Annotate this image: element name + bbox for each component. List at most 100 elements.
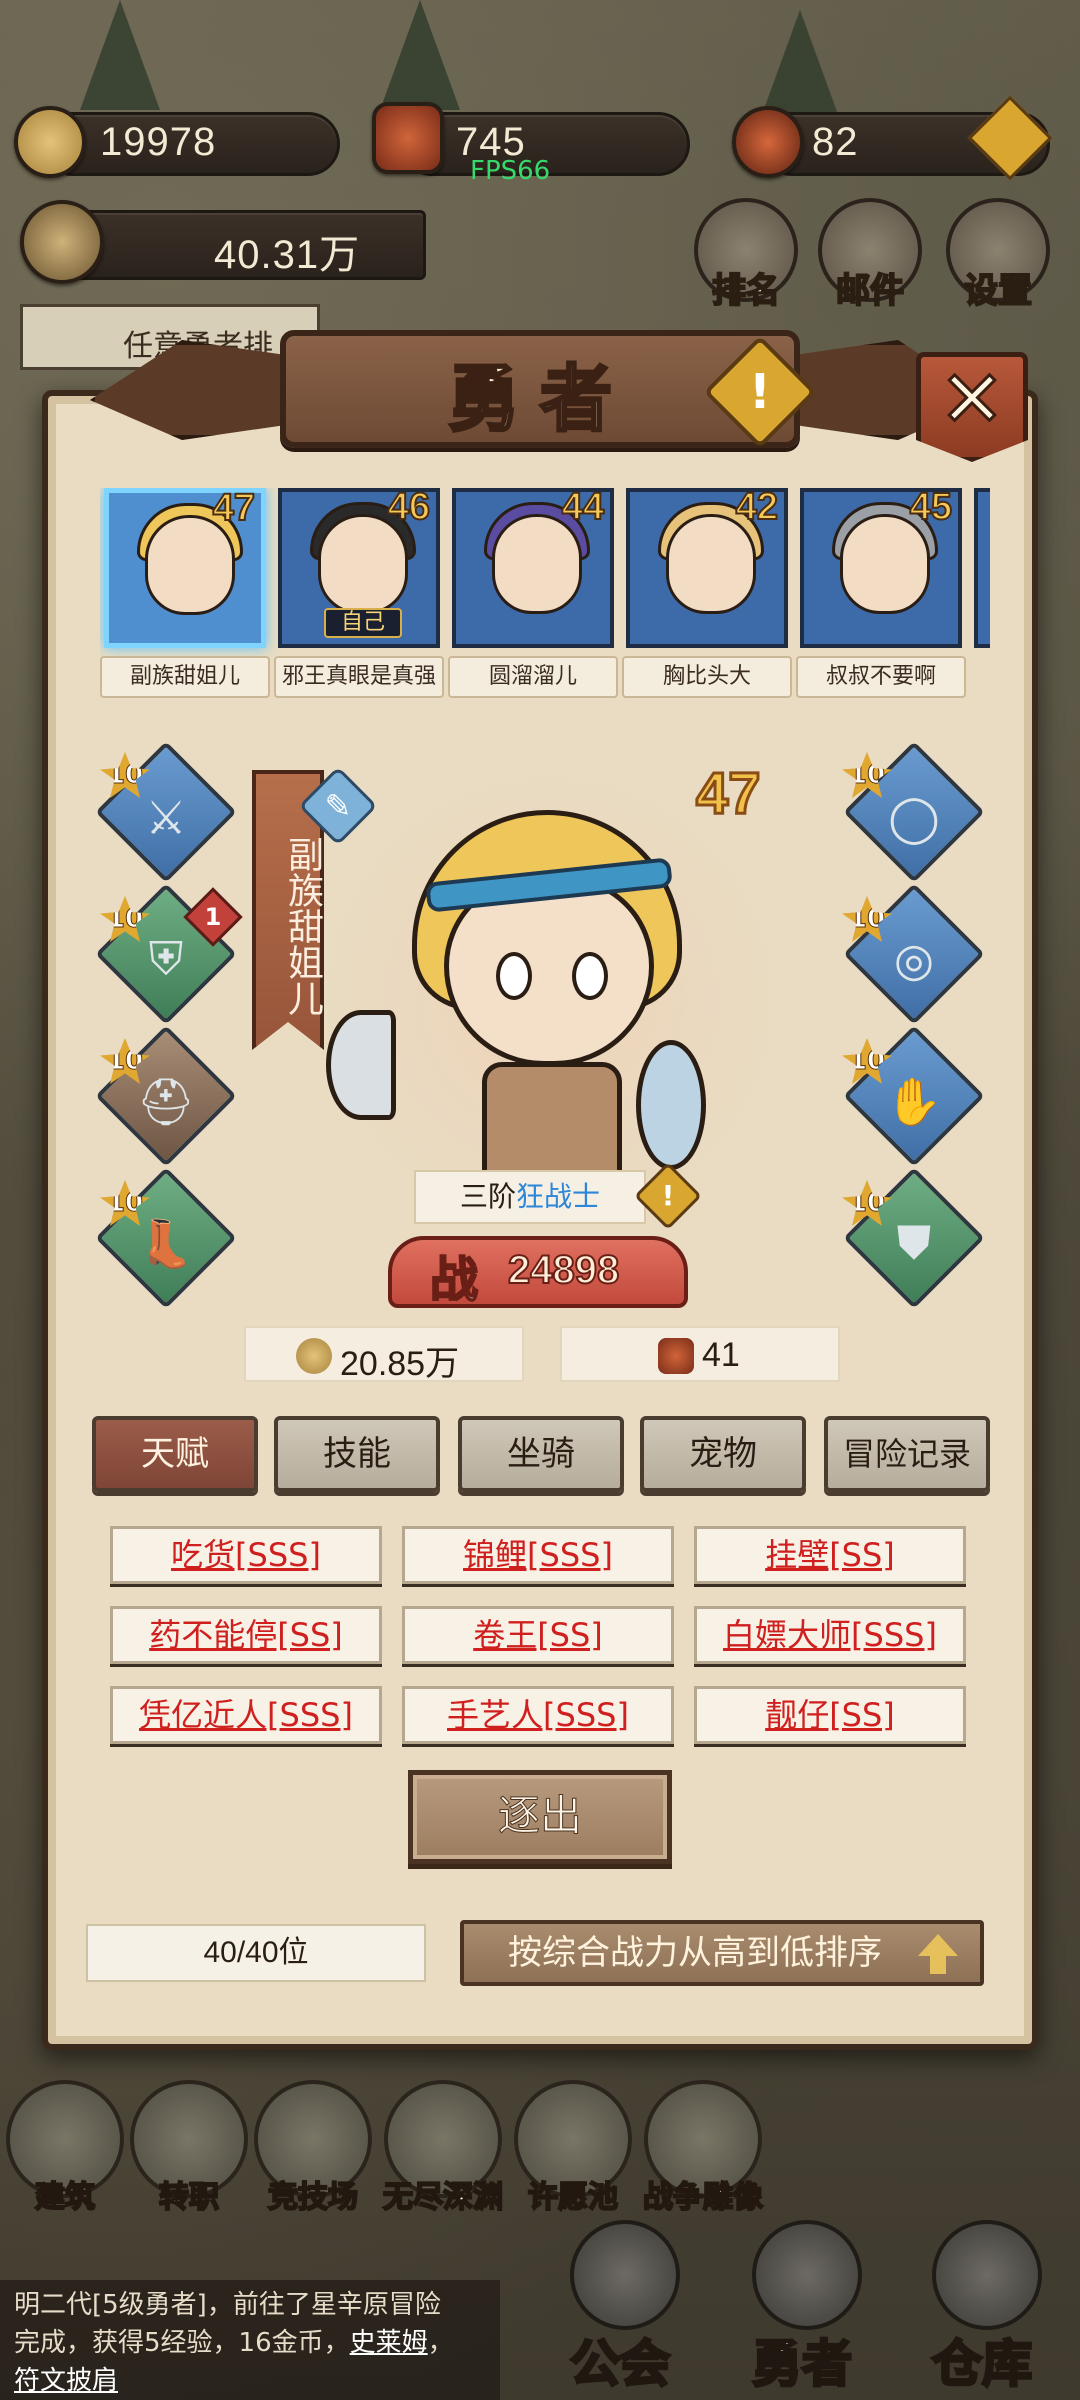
nav-war-statue[interactable]: 战争雕像 (642, 2080, 764, 2216)
talent-item[interactable]: 凭亿近人[SSS] (110, 1686, 382, 1744)
gold-coin-icon (14, 106, 86, 178)
arrow-up-icon (918, 1934, 958, 1974)
talent-item[interactable]: 靓仔[SS] (694, 1686, 966, 1744)
nav-wishing-well[interactable]: 许愿池 (514, 2080, 632, 2216)
class-tier: 三阶 (459, 1180, 516, 1213)
main-tab-label: 公会 (569, 2334, 672, 2395)
gold-coin-icon (296, 1338, 332, 1374)
sort-button[interactable]: 按综合战力从高到低排序 (460, 1920, 984, 1986)
hero-card-partial[interactable] (974, 488, 990, 648)
axe-icon: ⚔ (145, 790, 187, 845)
hero-level: 44 (561, 488, 605, 529)
talent-item[interactable]: 药不能停[SS] (110, 1606, 382, 1664)
tree-decoration (380, 0, 460, 110)
badge-stat: 41 (560, 1326, 840, 1382)
hero-shield (636, 1040, 706, 1170)
rank-button[interactable]: 排名 (694, 198, 798, 312)
log-line: 明二代[5级勇者]，前往了星辛原冒险 (14, 2290, 441, 2320)
class-name: 狂战士 (516, 1180, 601, 1213)
boots-icon: 👢 (137, 1216, 195, 1271)
hero-level-big: 47 (695, 760, 762, 828)
log-link[interactable]: 史莱姆 (350, 2328, 428, 2358)
main-tab-warehouse[interactable]: 仓库 (892, 2220, 1072, 2400)
flame-gem-icon (732, 106, 804, 178)
helmet-icon (752, 2220, 862, 2330)
hero-eye (572, 952, 608, 1000)
main-tab-label: 勇者 (751, 2334, 854, 2395)
hero-level: 45 (909, 488, 953, 529)
talent-item[interactable]: 挂壁[SS] (694, 1526, 966, 1584)
gold-stat: 20.85万 (244, 1326, 524, 1383)
gauntlet-icon: ✋ (885, 1074, 943, 1129)
talent-item[interactable]: 手艺人[SSS] (402, 1686, 674, 1744)
power-label: 战 (429, 1251, 479, 1309)
upgrade-count: 1 (204, 903, 222, 931)
sort-label: 按综合战力从高到低排序 (508, 1933, 882, 1973)
log-link[interactable]: 符文披肩 (14, 2366, 118, 2396)
hero-level: 42 (735, 488, 779, 529)
hero-portrait (840, 514, 930, 614)
close-icon: ✕ (938, 354, 1006, 447)
main-tab-label: 仓库 (931, 2334, 1034, 2395)
hero-eye (496, 952, 532, 1000)
mail-button[interactable]: 邮件 (818, 198, 922, 312)
tab-adventure-log[interactable]: 冒险记录 (824, 1416, 990, 1492)
fps-counter: FPS66 (470, 156, 551, 186)
nav-arena[interactable]: 竞技场 (254, 2080, 372, 2216)
mail-label: 邮件 (835, 270, 905, 312)
rank-label: 排名 (711, 270, 781, 312)
shield-icon: ⛊ (896, 1215, 932, 1270)
hero-card[interactable]: 45 (800, 488, 962, 648)
shield-badge-icon (372, 102, 444, 174)
tree-decoration (760, 10, 840, 120)
tab-mount[interactable]: 坐骑 (458, 1416, 624, 1492)
power-value: 24898 (507, 1247, 620, 1293)
talent-item[interactable]: 卷王[SS] (402, 1606, 674, 1664)
nav-endless-abyss[interactable]: 无尽深渊 (382, 2080, 504, 2216)
main-tab-guild[interactable]: 公会 (530, 2220, 710, 2400)
hero-name: 叔叔不要啊 (796, 656, 966, 698)
ring-icon: ◎ (893, 932, 935, 987)
nav-label: 战争雕像 (642, 2179, 764, 2216)
hero-card[interactable]: 46 自己 (278, 488, 440, 648)
crest-icon (20, 200, 104, 284)
shield-badge-icon (658, 1338, 694, 1374)
self-tag: 自己 (324, 608, 402, 638)
hero-figure (326, 790, 706, 1210)
settings-button[interactable]: 设置 (946, 198, 1050, 312)
hero-body (482, 1062, 622, 1182)
power-total: 40.31万 (214, 233, 361, 277)
hero-name: 邪王真眼是真强 (274, 656, 444, 698)
hero-level: 46 (387, 488, 431, 529)
gold-amount: 19978 (100, 120, 217, 164)
hero-banner-name: 副族甜姐儿 (282, 836, 323, 1016)
roster-count: 40/40位 (86, 1924, 426, 1982)
log-line: 符文披肩 (14, 2362, 486, 2400)
expel-button[interactable]: 逐出 (408, 1770, 672, 1864)
event-log[interactable]: 明二代[5级勇者]，前往了星辛原冒险 完成，获得5经验，16金币，史莱姆， 符文… (0, 2280, 500, 2400)
tab-pet[interactable]: 宠物 (640, 1416, 806, 1492)
tab-skill[interactable]: 技能 (274, 1416, 440, 1492)
warn-glyph: ! (661, 1179, 675, 1212)
gem-amount: 82 (812, 120, 859, 164)
talent-item[interactable]: 白嫖大师[SSS] (694, 1606, 966, 1664)
hero-level: 47 (212, 488, 256, 530)
hero-roster[interactable]: 47 副族甜姐儿 46 自己 邪王真眼是真强 44 圆溜溜儿 42 胸比头大 4… (100, 488, 990, 708)
log-line: 完成，获得5经验，16金币，史莱姆， (14, 2328, 454, 2358)
main-tab-heroes[interactable]: 勇者 (712, 2220, 892, 2400)
hero-card[interactable]: 42 (626, 488, 788, 648)
talent-item[interactable]: 吃货[SSS] (110, 1526, 382, 1584)
hero-portrait (666, 514, 756, 614)
hero-portrait (145, 515, 235, 615)
hero-card[interactable]: 47 (104, 488, 266, 648)
talent-item[interactable]: 锦鲤[SSS] (402, 1526, 674, 1584)
log-text: 完成，获得5经验，16金币， (14, 2328, 350, 2358)
hero-name: 胸比头大 (622, 656, 792, 698)
hero-name: 圆溜溜儿 (448, 656, 618, 698)
tab-talent[interactable]: 天赋 (92, 1416, 258, 1492)
settings-label: 设置 (963, 270, 1033, 312)
close-button[interactable]: ✕ (916, 352, 1028, 462)
necklace-icon: ◯ (888, 790, 940, 845)
hero-portrait (492, 514, 582, 614)
hero-card[interactable]: 44 (452, 488, 614, 648)
